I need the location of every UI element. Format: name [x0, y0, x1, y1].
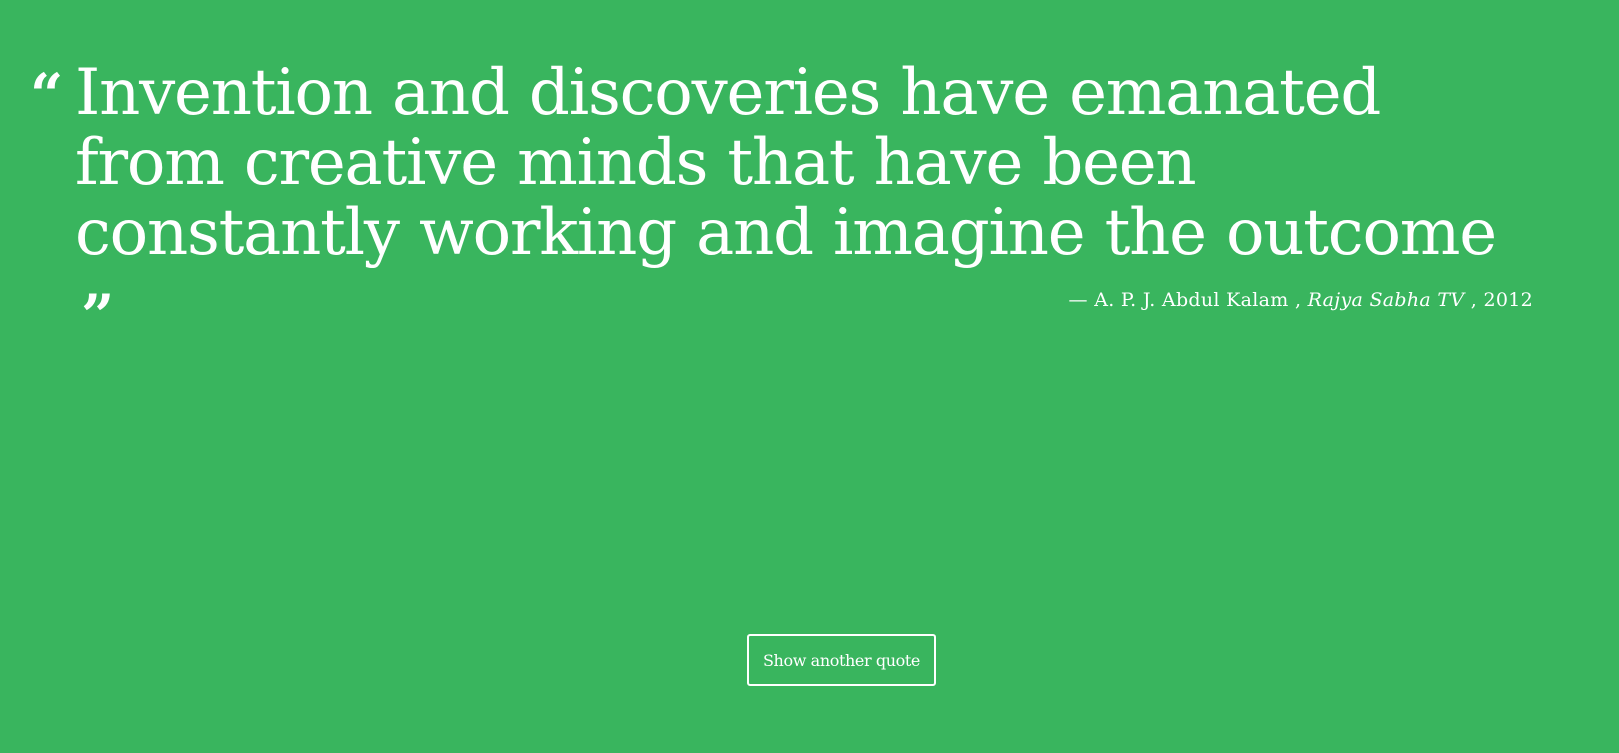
show-another-quote-label: Show another quote: [763, 650, 920, 670]
attribution-separator: ,: [1470, 289, 1478, 311]
author-name: A. P. J. Abdul Kalam: [1094, 289, 1289, 311]
quote-attribution: — A. P. J. Abdul Kalam , Rajya Sabha TV …: [1069, 289, 1533, 311]
show-another-quote-button[interactable]: Show another quote: [747, 634, 936, 686]
open-quote-icon: “: [30, 61, 64, 129]
attribution-dash: —: [1068, 289, 1088, 311]
quote-text: Invention and discoveries have emanated …: [75, 56, 1497, 270]
close-quote-icon: ”: [81, 282, 114, 350]
source-name: Rajya Sabha TV: [1307, 289, 1465, 311]
quote-year: 2012: [1483, 289, 1533, 311]
attribution-separator: ,: [1294, 289, 1302, 311]
